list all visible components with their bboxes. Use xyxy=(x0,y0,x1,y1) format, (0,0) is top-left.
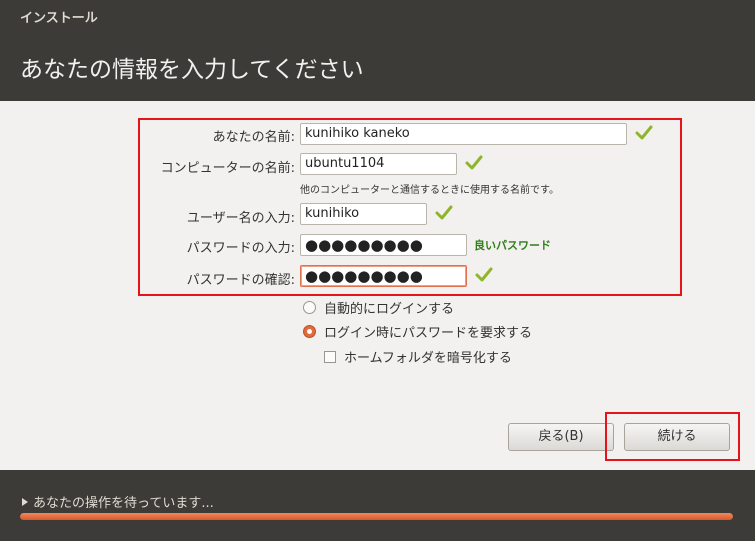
progress-fill xyxy=(20,513,733,520)
status-text: あなたの操作を待っています... xyxy=(33,496,214,511)
progress-bar xyxy=(20,513,733,520)
status-bar: あなたの操作を待っています... xyxy=(0,470,755,541)
check-icon xyxy=(635,125,653,140)
encrypt-home-option[interactable]: ホームフォルダを暗号化する xyxy=(324,347,512,366)
encrypt-home-label: ホームフォルダを暗号化する xyxy=(344,351,512,366)
confirm-password-field[interactable]: ●●●●●●●●● xyxy=(300,265,467,287)
computer-name-hint: 他のコンピューターと通信するときに使用する名前です。 xyxy=(300,185,559,196)
username-field[interactable]: kunihiko xyxy=(300,203,427,225)
password-strength: 良いパスワード xyxy=(474,239,551,252)
back-button[interactable]: 戻る(B) xyxy=(508,423,614,451)
computer-name-label: コンピューターの名前: xyxy=(160,161,295,176)
auto-login-option[interactable]: 自動的にログインする xyxy=(303,298,454,317)
check-icon xyxy=(435,205,453,220)
auto-login-radio[interactable] xyxy=(303,301,316,314)
confirm-password-label: パスワードの確認: xyxy=(186,273,295,288)
page-heading: あなたの情報を入力してください xyxy=(20,57,364,83)
installer-header: インストール あなたの情報を入力してください xyxy=(0,0,755,101)
name-label: あなたの名前: xyxy=(212,130,295,145)
name-field[interactable]: kunihiko kaneko xyxy=(300,123,627,145)
continue-highlight-box xyxy=(605,412,740,461)
computer-name-field[interactable]: ubuntu1104 xyxy=(300,153,457,175)
encrypt-home-checkbox[interactable] xyxy=(324,350,336,363)
check-icon xyxy=(475,267,493,282)
form-area: あなたの名前: kunihiko kaneko コンピューターの名前: ubun… xyxy=(0,101,755,470)
check-icon xyxy=(465,155,483,170)
require-password-label: ログイン時にパスワードを要求する xyxy=(324,326,533,341)
password-label: パスワードの入力: xyxy=(186,241,295,256)
status-expander[interactable]: あなたの操作を待っています... xyxy=(22,492,214,511)
require-password-radio[interactable] xyxy=(303,325,316,338)
window-title: インストール xyxy=(20,11,98,26)
auto-login-label: 自動的にログインする xyxy=(324,302,455,317)
require-password-option[interactable]: ログイン時にパスワードを要求する xyxy=(303,322,532,341)
username-label: ユーザー名の入力: xyxy=(186,211,295,226)
password-field[interactable]: ●●●●●●●●● xyxy=(300,234,467,256)
expander-arrow-icon xyxy=(22,498,28,506)
